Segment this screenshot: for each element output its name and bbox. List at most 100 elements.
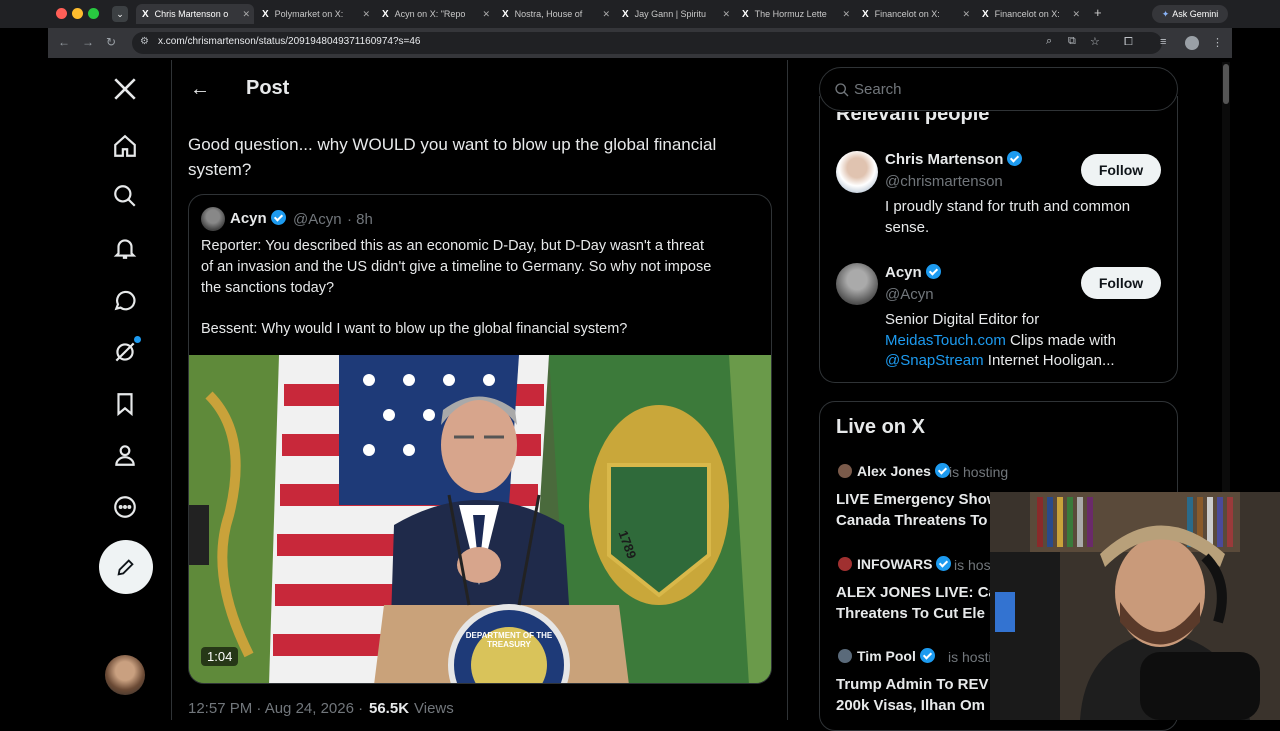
relevant-people-title: Relevant people (836, 103, 990, 125)
acyn-avatar[interactable] (836, 263, 878, 305)
chris-martenson-avatar[interactable] (836, 151, 878, 193)
close-tab-icon[interactable]: ✕ (962, 9, 970, 20)
quote-author-handle[interactable]: @Acyn (293, 211, 342, 228)
back-arrow-icon[interactable]: ← (190, 78, 210, 101)
close-window-button[interactable] (56, 8, 67, 19)
browser-menu-icon[interactable]: ⋮ (1212, 36, 1223, 49)
scrollbar-thumb[interactable] (1223, 64, 1229, 104)
address-bar[interactable]: ⚙ x.com/chrismartenson/status/2091948049… (132, 32, 1162, 54)
treasury-seal-text: DEPARTMENT OF THE TREASURY (465, 631, 553, 649)
follow-button[interactable]: Follow (1081, 154, 1161, 186)
zoom-icon[interactable]: ⌕ (1046, 35, 1052, 48)
person-name[interactable]: Acyn (885, 264, 941, 281)
x-logo-icon: X (862, 8, 869, 20)
main-column: ← Post Good question... why WOULD you wa… (171, 60, 788, 720)
quoted-post[interactable]: Acyn @Acyn · 8h Reporter: You described … (188, 194, 772, 684)
close-tab-icon[interactable]: ✕ (482, 9, 490, 20)
live-title-line: LIVE Emergency Show (836, 491, 999, 508)
site-info-icon[interactable]: ⚙ (140, 36, 149, 47)
tab-label: Polymarket on X: (274, 9, 344, 19)
person-handle[interactable]: @chrismartenson (885, 173, 1003, 190)
tab-chris-martenson[interactable]: X Chris Martenson o ✕ (136, 4, 254, 24)
more-options-icon[interactable] (110, 492, 140, 522)
person-bio: @SnapStream Internet Hooligan... (885, 352, 1115, 369)
host-name-text: Tim Pool (857, 648, 916, 664)
tab-financelot-2[interactable]: X Financelot on X: ✕ (976, 4, 1084, 24)
host-avatar (838, 649, 852, 663)
new-tab-button[interactable]: + (1094, 5, 1102, 20)
x-home-logo-icon[interactable] (110, 74, 140, 104)
close-tab-icon[interactable]: ✕ (242, 9, 250, 20)
forward-nav-icon[interactable]: → (82, 35, 94, 49)
x-logo-icon: X (622, 8, 629, 20)
tab-nostra[interactable]: X Nostra, House of ✕ (496, 4, 614, 24)
quote-timestamp[interactable]: · 8h (347, 211, 373, 228)
tab-search-icon[interactable]: ⌄ (112, 6, 128, 22)
person-bio: I proudly stand for truth and common (885, 198, 1131, 215)
url-text: x.com/chrismartenson/status/209194804937… (158, 36, 421, 47)
live-title-line: 200k Visas, Ilhan Om (836, 697, 985, 714)
notifications-bell-icon[interactable] (110, 233, 140, 263)
quote-author-name[interactable]: Acyn (230, 210, 286, 227)
search-icon[interactable] (110, 181, 140, 211)
account-avatar[interactable] (105, 655, 145, 695)
post-timestamp[interactable]: 12:57 PM · Aug 24, 2026 · (188, 700, 363, 717)
profile-icon[interactable] (110, 440, 140, 470)
quote-text-line: Bessent: Why would I want to blow up the… (201, 321, 628, 337)
bookmarks-icon[interactable] (110, 389, 140, 419)
verified-badge-icon (919, 648, 935, 663)
bio-text: Internet Hooligan... (983, 352, 1115, 369)
person-bio: sense. (885, 219, 930, 236)
home-icon[interactable] (110, 131, 140, 161)
host-avatar (838, 557, 852, 571)
person-handle[interactable]: @Acyn (885, 286, 934, 303)
grok-icon[interactable] (110, 336, 141, 367)
bookmark-star-icon[interactable]: ☆ (1090, 35, 1100, 48)
messages-icon[interactable] (110, 285, 140, 315)
back-nav-icon[interactable]: ← (58, 35, 70, 49)
reload-icon[interactable]: ↻ (106, 35, 116, 49)
media-controls-icon[interactable]: ≡ (1160, 36, 1166, 48)
close-tab-icon[interactable]: ✕ (722, 9, 730, 20)
tab-financelot-1[interactable]: X Financelot on X: ✕ (856, 4, 974, 24)
tab-hormuz[interactable]: X The Hormuz Lette ✕ (736, 4, 854, 24)
profile-avatar-icon[interactable] (1185, 36, 1199, 50)
gemini-sparkle-icon: ✦ (1161, 8, 1170, 19)
host-status: is hosting (949, 464, 1009, 480)
close-tab-icon[interactable]: ✕ (602, 9, 610, 20)
extensions-icon[interactable]: ⧠ (1124, 36, 1133, 49)
maximize-window-button[interactable] (88, 8, 99, 19)
quote-text-line: of an invasion and the US didn't give a … (201, 259, 712, 275)
x-logo-icon: X (262, 8, 269, 20)
person-name[interactable]: Chris Martenson (885, 151, 1023, 168)
verified-badge-icon (1007, 151, 1023, 166)
post-text-line: Good question... why WOULD you want to b… (188, 135, 717, 154)
quote-author-avatar[interactable] (201, 207, 225, 231)
compose-icon (117, 559, 134, 576)
compose-post-button[interactable] (99, 540, 153, 594)
close-tab-icon[interactable]: ✕ (842, 9, 850, 20)
minimize-window-button[interactable] (72, 8, 83, 19)
live-title-line: Threatens To Cut Ele (836, 605, 985, 622)
host-name-text: Alex Jones (857, 463, 931, 479)
follow-button[interactable]: Follow (1081, 267, 1161, 299)
host-name: Alex Jones (857, 463, 950, 479)
live-title-line: Canada Threatens To (836, 512, 988, 529)
tab-acyn[interactable]: X Acyn on X: "Repo ✕ (376, 4, 494, 24)
close-tab-icon[interactable]: ✕ (362, 9, 370, 20)
install-app-icon[interactable]: ⧉ (1068, 35, 1076, 48)
tab-polymarket[interactable]: X Polymarket on X: ✕ (256, 4, 374, 24)
live-section-title: Live on X (836, 416, 925, 438)
webcam-overlay (990, 492, 1280, 720)
close-tab-icon[interactable]: ✕ (1072, 9, 1080, 20)
ask-gemini-button[interactable]: ✦ Ask Gemini (1152, 5, 1228, 23)
quote-text-line: Reporter: You described this as an econo… (201, 238, 704, 254)
browser-tab-bar: ⌄ X Chris Martenson o ✕ X Polymarket on X: ✕… (0, 0, 1280, 28)
host-avatar (838, 464, 852, 478)
tab-label: Nostra, House of (514, 9, 583, 19)
verified-badge-icon (270, 210, 286, 225)
bio-link[interactable]: MeidasTouch.com (885, 332, 1006, 349)
bio-mention-link[interactable]: @SnapStream (885, 352, 984, 369)
tab-jay-gann[interactable]: X Jay Gann | Spiritu ✕ (616, 4, 734, 24)
video-player[interactable]: 1789 DEPARTMENT OF THE TREASURY 1:04 (189, 355, 771, 683)
